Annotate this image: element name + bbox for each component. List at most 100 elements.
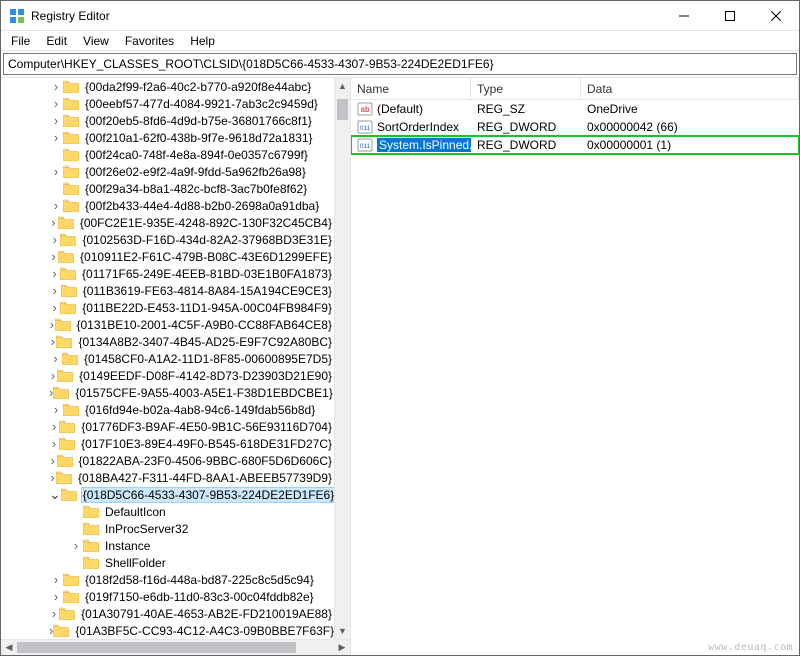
tree-item[interactable]: ›{00eebf57-477d-4084-9921-7ab3c2c9459d} bbox=[1, 95, 334, 112]
chevron-right-icon[interactable]: › bbox=[49, 368, 57, 383]
chevron-right-icon[interactable]: › bbox=[49, 606, 59, 621]
tree-item[interactable]: ›{011B3619-FE63-4814-8A84-15A194CE9CE3} bbox=[1, 282, 334, 299]
tree-item[interactable]: › {01A30791-40AE-4653-AB2E-FD210019AE88} bbox=[1, 605, 334, 622]
tree-item-label: {017F10E3-89E4-49F0-B545-618DE31FD27C} bbox=[79, 437, 334, 451]
tree-item[interactable]: ShellFolder bbox=[1, 554, 334, 571]
scroll-track[interactable] bbox=[17, 640, 334, 655]
chevron-right-icon[interactable]: › bbox=[49, 402, 63, 417]
tree-item-label: {01776DF3-B9AF-4E50-9B1C-56E93116D704} bbox=[79, 420, 334, 434]
chevron-right-icon[interactable]: › bbox=[49, 130, 63, 145]
svg-text:011: 011 bbox=[360, 125, 371, 132]
tree-item[interactable]: ›{01575CFE-9A55-4003-A5E1-F38D1EBDCBE1} bbox=[1, 384, 334, 401]
value-row[interactable]: ab(Default)REG_SZOneDrive bbox=[351, 100, 799, 118]
tree-item[interactable]: ›{016fd94e-b02a-4ab8-94c6-149fdab56b8d} bbox=[1, 401, 334, 418]
chevron-right-icon[interactable]: › bbox=[49, 198, 63, 213]
tree-item[interactable]: ›{0149EEDF-D08F-4142-8D73-D23903D21E90} bbox=[1, 367, 334, 384]
chevron-right-icon[interactable]: › bbox=[49, 283, 61, 298]
tree-item[interactable]: ›{01822ABA-23F0-4506-9BBC-680F5D6D606C} bbox=[1, 452, 334, 469]
folder-icon bbox=[63, 182, 79, 196]
tree-item[interactable]: ›{00FC2E1E-935E-4248-892C-130F32C45CB4} bbox=[1, 214, 334, 231]
tree-item[interactable]: ›Instance bbox=[1, 537, 334, 554]
tree-vertical-scrollbar[interactable]: ▲ ▼ bbox=[334, 78, 350, 639]
tree-item[interactable]: InProcServer32 bbox=[1, 520, 334, 537]
menu-favorites[interactable]: Favorites bbox=[117, 32, 182, 50]
tree-item[interactable]: ›{00f20eb5-8fd6-4d9d-b75e-36801766c8f1} bbox=[1, 112, 334, 129]
tree-item[interactable]: ›{011BE22D-E453-11D1-945A-00C04FB984F9} bbox=[1, 299, 334, 316]
tree-item[interactable]: ›{0131BE10-2001-4C5F-A9B0-CC88FAB64CE8} bbox=[1, 316, 334, 333]
tree-item[interactable]: ›{010911E2-F61C-479B-B08C-43E6D1299EFE} bbox=[1, 248, 334, 265]
tree-item[interactable]: ›{01171F65-249E-4EEB-81BD-03E1B0FA1873} bbox=[1, 265, 334, 282]
menu-file[interactable]: File bbox=[3, 32, 38, 50]
chevron-right-icon[interactable]: › bbox=[49, 419, 59, 434]
folder-icon bbox=[60, 301, 76, 315]
chevron-right-icon[interactable]: › bbox=[49, 470, 56, 485]
tree-item[interactable]: {00f24ca0-748f-4e8a-894f-0e0357c6799f} bbox=[1, 146, 334, 163]
chevron-right-icon[interactable]: › bbox=[49, 572, 63, 587]
menu-edit[interactable]: Edit bbox=[38, 32, 75, 50]
column-header-type[interactable]: Type bbox=[471, 78, 581, 99]
chevron-right-icon[interactable]: › bbox=[49, 79, 63, 94]
chevron-right-icon[interactable]: › bbox=[49, 232, 60, 247]
tree-item-label: {00f24ca0-748f-4e8a-894f-0e0357c6799f} bbox=[83, 148, 310, 162]
tree-item[interactable]: ›{00f26e02-e9f2-4a9f-9fdd-5a962fb26a98} bbox=[1, 163, 334, 180]
tree-item[interactable]: {00f29a34-b8a1-482c-bcf8-3ac7b0fe8f62} bbox=[1, 180, 334, 197]
tree-item[interactable]: ›{0134A8B2-3407-4B45-AD25-E9F7C92A80BC} bbox=[1, 333, 334, 350]
values-header: Name Type Data bbox=[351, 78, 799, 100]
chevron-right-icon[interactable]: › bbox=[49, 589, 63, 604]
minimize-button[interactable] bbox=[661, 1, 707, 31]
column-header-name[interactable]: Name bbox=[351, 78, 471, 99]
tree-item[interactable]: ›{01458CF0-A1A2-11D1-8F85-00600895E7D5} bbox=[1, 350, 334, 367]
folder-icon bbox=[57, 369, 73, 383]
svg-text:ab: ab bbox=[361, 105, 370, 114]
chevron-right-icon[interactable]: › bbox=[49, 215, 58, 230]
tree-item[interactable]: ›{018BA427-F311-44FD-8AA1-ABEEB57739D9} bbox=[1, 469, 334, 486]
tree-item[interactable]: › {017F10E3-89E4-49F0-B545-618DE31FD27C} bbox=[1, 435, 334, 452]
tree-item[interactable]: ›{01A3BF5C-CC93-4C12-A4C3-09B0BBE7F63F} bbox=[1, 622, 334, 639]
key-tree[interactable]: ›{00da2f99-f2a6-40c2-b770-a920f8e44abc}›… bbox=[1, 78, 334, 639]
tree-item[interactable]: ›{00f210a1-62f0-438b-9f7e-9618d72a1831} bbox=[1, 129, 334, 146]
values-list[interactable]: ab(Default)REG_SZOneDrive011SortOrderInd… bbox=[351, 100, 799, 655]
window-title: Registry Editor bbox=[31, 9, 110, 23]
tree-item[interactable]: DefaultIcon bbox=[1, 503, 334, 520]
chevron-right-icon[interactable]: › bbox=[49, 351, 62, 366]
tree-item[interactable]: › {01776DF3-B9AF-4E50-9B1C-56E93116D704} bbox=[1, 418, 334, 435]
chevron-right-icon[interactable]: › bbox=[49, 334, 56, 349]
scroll-left-arrow-icon[interactable]: ◀ bbox=[1, 640, 17, 655]
svg-text:011: 011 bbox=[360, 143, 371, 150]
chevron-right-icon[interactable]: › bbox=[49, 453, 57, 468]
chevron-right-icon[interactable]: › bbox=[49, 113, 63, 128]
value-data: OneDrive bbox=[581, 102, 799, 116]
address-bar[interactable]: Computer\HKEY_CLASSES_ROOT\CLSID\{018D5C… bbox=[3, 53, 797, 75]
scroll-right-arrow-icon[interactable]: ▶ bbox=[334, 640, 350, 655]
column-header-data[interactable]: Data bbox=[581, 78, 799, 99]
chevron-right-icon[interactable]: › bbox=[49, 249, 58, 264]
scroll-down-arrow-icon[interactable]: ▼ bbox=[335, 623, 350, 639]
tree-item[interactable]: ›{00f2b433-44e4-4d88-b2b0-2698a0a91dba} bbox=[1, 197, 334, 214]
chevron-right-icon[interactable]: › bbox=[49, 96, 63, 111]
maximize-button[interactable] bbox=[707, 1, 753, 31]
tree-horizontal-scrollbar[interactable]: ◀ ▶ bbox=[1, 639, 350, 655]
app-icon bbox=[9, 8, 25, 24]
close-button[interactable] bbox=[753, 1, 799, 31]
tree-item-label: {018f2d58-f16d-448a-bd87-225c8c5d5c94} bbox=[83, 573, 316, 587]
chevron-right-icon[interactable]: › bbox=[49, 164, 63, 179]
tree-item[interactable]: ›{0102563D-F16D-434d-82A2-37968BD3E31E} bbox=[1, 231, 334, 248]
menu-help[interactable]: Help bbox=[182, 32, 223, 50]
scroll-thumb[interactable] bbox=[337, 99, 348, 120]
tree-item[interactable]: ›{019f7150-e6db-11d0-83c3-00c04fddb82e} bbox=[1, 588, 334, 605]
value-row[interactable]: 011System.IsPinned...REG_DWORD0x00000001… bbox=[351, 136, 799, 154]
value-row[interactable]: 011SortOrderIndexREG_DWORD0x00000042 (66… bbox=[351, 118, 799, 136]
chevron-right-icon[interactable]: › bbox=[49, 436, 59, 451]
scroll-track[interactable] bbox=[335, 94, 350, 623]
tree-item[interactable]: ›{00da2f99-f2a6-40c2-b770-a920f8e44abc} bbox=[1, 78, 334, 95]
scroll-thumb[interactable] bbox=[17, 642, 296, 653]
chevron-right-icon[interactable]: › bbox=[49, 266, 60, 281]
tree-item[interactable]: › {018f2d58-f16d-448a-bd87-225c8c5d5c94} bbox=[1, 571, 334, 588]
chevron-right-icon[interactable]: › bbox=[69, 538, 83, 553]
tree-item-label: {01A30791-40AE-4653-AB2E-FD210019AE88} bbox=[79, 607, 334, 621]
menu-view[interactable]: View bbox=[75, 32, 117, 50]
chevron-right-icon[interactable]: › bbox=[49, 300, 60, 315]
tree-item[interactable]: ⌄{018D5C66-4533-4307-9B53-224DE2ED1FE6} bbox=[1, 486, 334, 503]
scroll-up-arrow-icon[interactable]: ▲ bbox=[335, 78, 350, 94]
chevron-down-icon[interactable]: ⌄ bbox=[49, 486, 61, 503]
